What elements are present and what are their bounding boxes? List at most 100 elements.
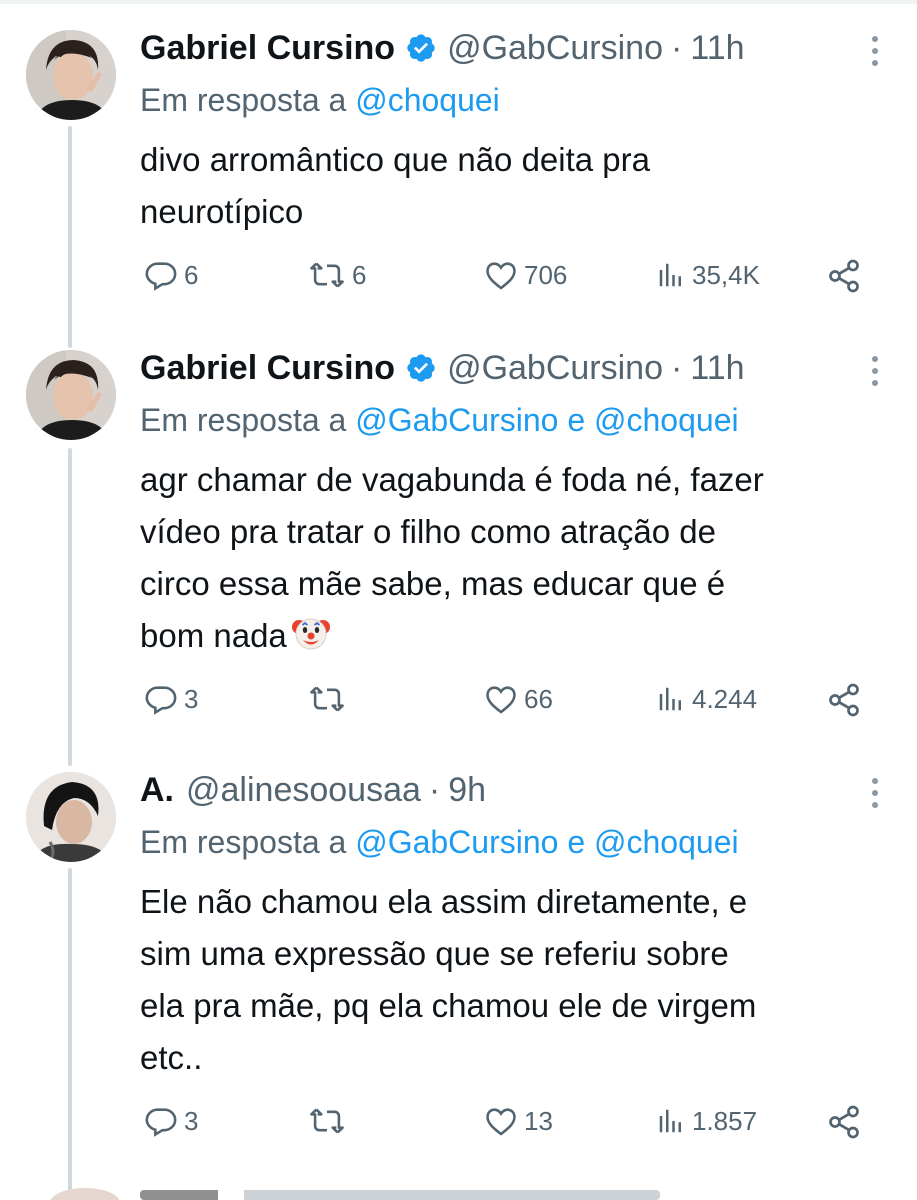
reply-button[interactable]: 3 (144, 682, 198, 716)
reply-count: 6 (184, 259, 199, 290)
reply-icon (145, 262, 177, 291)
like-count: 66 (524, 683, 553, 714)
timestamp[interactable]: 9h (448, 771, 486, 810)
views-button[interactable]: 35,4K (656, 258, 760, 292)
author-name[interactable]: Gabriel Cursino (140, 29, 395, 68)
next-tweet-peek (40, 1188, 900, 1200)
views-icon (659, 263, 681, 287)
tweet[interactable]: A. @alinesoousaa · 9h Em resposta a @Gab… (0, 744, 917, 1188)
action-bar: 3 13 1.857 (140, 1104, 880, 1144)
tweet-header: A. @alinesoousaa · 9h (140, 768, 847, 812)
text-line: vídeo pra tratar o filho como atração de (140, 513, 716, 550)
heart-icon (486, 686, 516, 714)
reply-button[interactable]: 6 (144, 258, 198, 292)
clown-face-icon (291, 613, 331, 668)
author-handle[interactable]: @GabCursino (447, 29, 663, 68)
share-button[interactable] (826, 682, 862, 718)
retweet-icon (310, 686, 344, 712)
text-line: etc.. (140, 1039, 203, 1076)
like-button[interactable]: 706 (484, 258, 567, 292)
text-line: ela pra mãe, pq ela chamou ele de virgem (140, 987, 757, 1024)
share-icon (829, 1105, 859, 1139)
retweet-count: 6 (352, 259, 367, 290)
text-line: sim uma expressão que se referiu sobre (140, 935, 729, 972)
reply-icon (145, 686, 177, 715)
like-button[interactable]: 13 (484, 1104, 553, 1138)
separator: · (671, 28, 683, 67)
retweet-button[interactable] (308, 682, 352, 716)
view-count: 4.244 (692, 683, 758, 714)
tweet-text: Ele não chamou ela assim diretamente, e … (140, 876, 900, 1084)
mention-link[interactable]: @choquei (594, 824, 739, 860)
tweet-header: Gabriel Cursino @GabCursino · 11h (140, 346, 847, 390)
tweet-header: Gabriel Cursino @GabCursino · 11h (140, 26, 847, 70)
retweet-icon (310, 262, 344, 288)
mention-link[interactable]: @GabCursino (355, 824, 558, 860)
mention-link[interactable]: @GabCursino (355, 402, 558, 438)
tweet-text: divo arromântico que não deita pra neuro… (140, 134, 900, 238)
like-button[interactable]: 66 (484, 682, 553, 716)
heart-icon (486, 1108, 516, 1136)
text-line: bom nada (140, 610, 900, 668)
reply-count: 3 (184, 1105, 199, 1136)
views-button[interactable]: 1.857 (656, 1104, 757, 1138)
action-bar: 6 6 706 35,4K (140, 258, 880, 298)
verified-badge-icon (405, 32, 437, 64)
heart-icon (486, 262, 516, 290)
timestamp[interactable]: 11h (690, 349, 744, 388)
text-line: circo essa mãe sabe, mas educar que é (140, 565, 726, 602)
share-button[interactable] (826, 1104, 862, 1140)
like-count: 13 (524, 1105, 553, 1136)
text-line: agr chamar de vagabunda é foda né, fazer (140, 461, 764, 498)
avatar[interactable] (26, 350, 116, 440)
timestamp[interactable]: 11h (690, 29, 744, 68)
view-count: 35,4K (692, 259, 760, 290)
share-icon (829, 683, 859, 717)
avatar[interactable] (26, 772, 116, 862)
more-options-icon[interactable] (867, 778, 883, 808)
author-handle[interactable]: @alinesoousaa (186, 771, 421, 810)
views-icon (659, 1109, 681, 1133)
retweet-icon (310, 1108, 344, 1134)
view-count: 1.857 (692, 1105, 758, 1136)
author-name[interactable]: A. (140, 771, 174, 810)
mention-link[interactable]: @choquei (594, 402, 739, 438)
author-handle[interactable]: @GabCursino (447, 349, 663, 388)
like-count: 706 (524, 259, 568, 290)
avatar[interactable] (26, 30, 116, 120)
views-button[interactable]: 4.244 (656, 682, 757, 716)
separator: · (671, 348, 683, 387)
reply-context: Em resposta a @GabCursino e @choquei (140, 824, 739, 861)
text-line-content: bom nada (140, 617, 287, 654)
reply-context: Em resposta a @choquei (140, 82, 500, 119)
mention-conjunction: e (567, 824, 586, 860)
tweet[interactable]: Gabriel Cursino @GabCursino · 11h Em res… (0, 0, 917, 330)
reply-prefix: Em resposta a (140, 824, 347, 860)
tweet-text: agr chamar de vagabunda é foda né, fazer… (140, 454, 900, 668)
share-button[interactable] (826, 258, 862, 294)
text-line: divo arromântico que não deita pra (140, 141, 650, 178)
retweet-button[interactable] (308, 1104, 352, 1138)
reply-icon (145, 1108, 177, 1137)
action-bar: 3 66 4.244 (140, 682, 880, 722)
reply-count: 3 (184, 683, 199, 714)
views-icon (659, 687, 681, 711)
reply-prefix: Em resposta a (140, 82, 347, 118)
cut-off-text (140, 1190, 660, 1200)
text-line: Ele não chamou ela assim diretamente, e (140, 883, 748, 920)
author-name[interactable]: Gabriel Cursino (140, 349, 395, 388)
reply-button[interactable]: 3 (144, 1104, 198, 1138)
reply-prefix: Em resposta a (140, 402, 347, 438)
tweet[interactable]: Gabriel Cursino @GabCursino · 11h Em res… (0, 322, 917, 762)
reply-context: Em resposta a @GabCursino e @choquei (140, 402, 739, 439)
text-line: neurotípico (140, 193, 304, 230)
mention-link[interactable]: @choquei (355, 82, 500, 118)
retweet-button[interactable]: 6 (308, 258, 366, 292)
mention-conjunction: e (567, 402, 586, 438)
more-options-icon[interactable] (867, 356, 883, 386)
more-options-icon[interactable] (867, 36, 883, 66)
avatar (50, 1188, 120, 1200)
share-icon (829, 259, 859, 293)
verified-badge-icon (405, 352, 437, 384)
separator: · (428, 770, 441, 809)
